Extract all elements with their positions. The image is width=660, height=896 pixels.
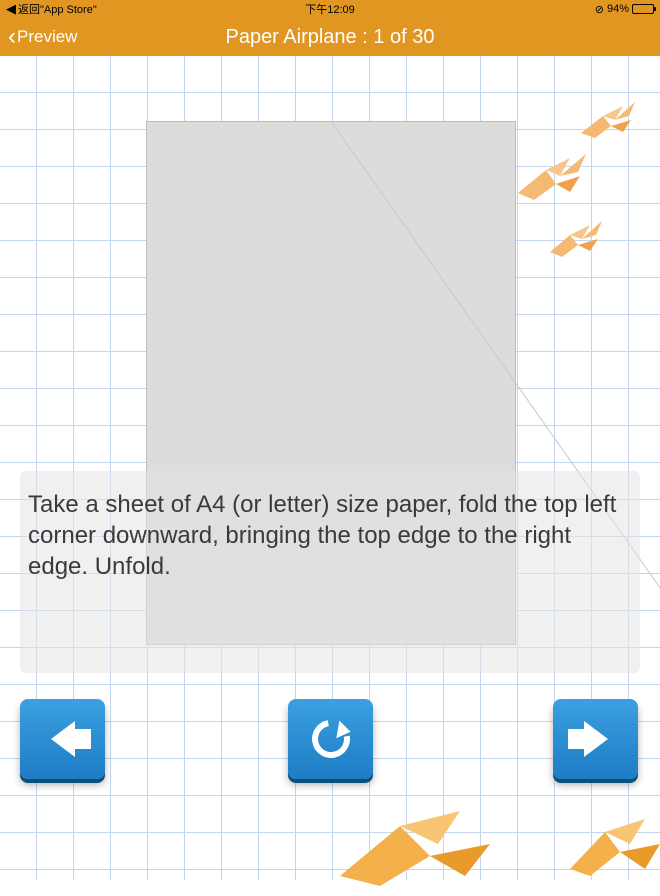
content-area: Take a sheet of A4 (or letter) size pape… — [0, 56, 660, 880]
replay-button[interactable] — [288, 699, 373, 779]
status-back-to-app[interactable]: ◀返回"App Store" — [6, 1, 97, 17]
replay-icon — [304, 713, 357, 766]
nav-bar: ‹ Preview Paper Airplane : 1 of 30 — [0, 18, 660, 56]
decorative-bird-icon — [320, 806, 520, 896]
decorative-bird-icon — [542, 218, 610, 274]
previous-step-button[interactable] — [20, 699, 105, 779]
battery-percent: 94% — [607, 3, 629, 15]
status-right: ⊘ 94% — [595, 3, 654, 16]
decorative-bird-icon — [560, 814, 660, 894]
next-step-button[interactable] — [553, 699, 638, 779]
status-time: 下午12:09 — [305, 1, 355, 17]
arrow-right-icon — [584, 721, 608, 757]
arrow-left-icon — [51, 721, 75, 757]
page-title: Paper Airplane : 1 of 30 — [225, 26, 434, 49]
decorative-bird-icon — [508, 148, 594, 220]
instruction-text: Take a sheet of A4 (or letter) size pape… — [20, 471, 640, 673]
orientation-lock-icon: ⊘ — [595, 3, 604, 16]
chevron-left-icon: ‹ — [8, 25, 16, 49]
status-bar: ◀返回"App Store" 下午12:09 ⊘ 94% — [0, 0, 660, 18]
back-label: Preview — [17, 27, 77, 47]
back-button[interactable]: ‹ Preview — [8, 25, 77, 49]
battery-icon — [632, 4, 654, 14]
status-back-label: 返回"App Store" — [18, 1, 97, 17]
